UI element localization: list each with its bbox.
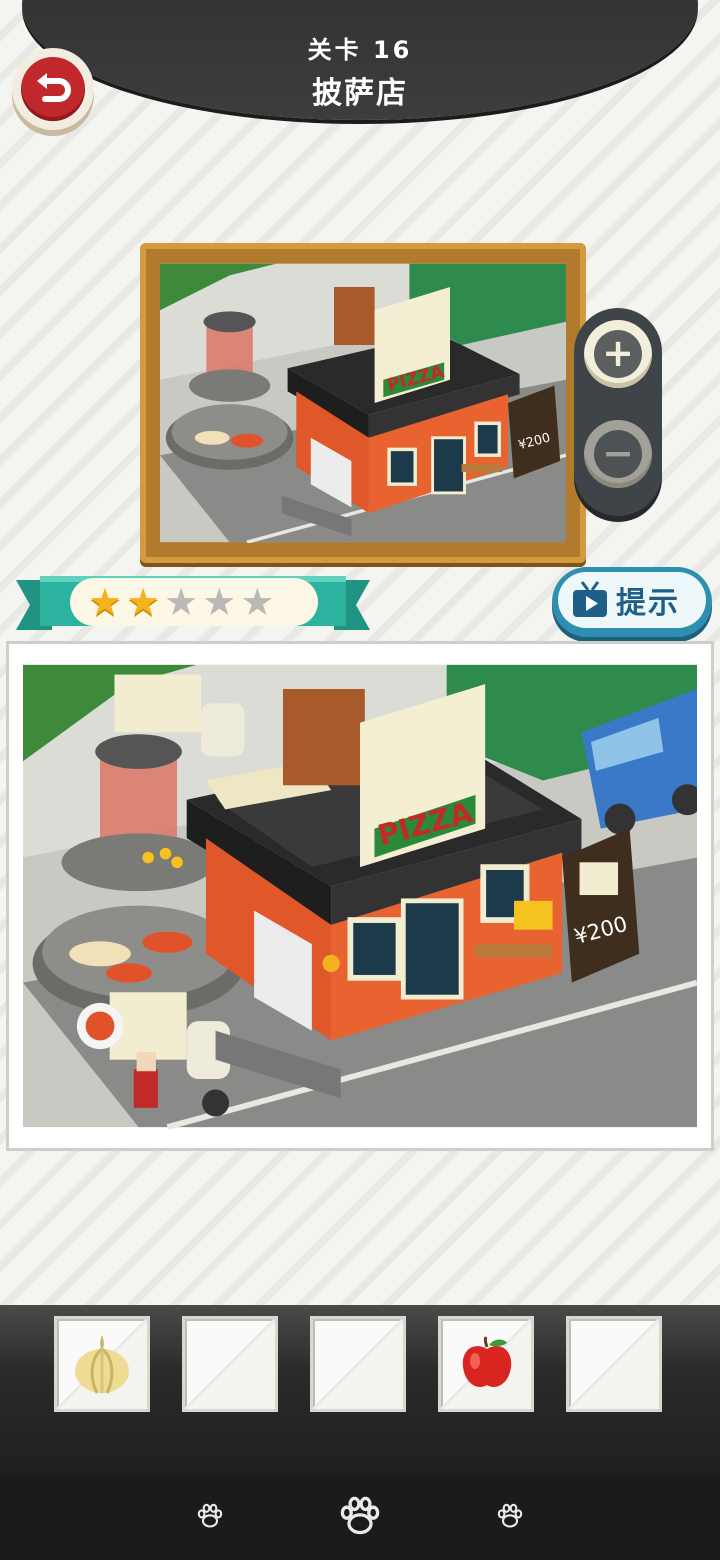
zoom-in-button[interactable]: + xyxy=(584,320,652,388)
item-slot xyxy=(54,1316,150,1412)
plus-icon: + xyxy=(594,330,642,378)
star-icon: ★ xyxy=(240,580,275,624)
play-image-frame: PIZZA ¥200 xyxy=(6,641,714,1151)
item-slot xyxy=(438,1316,534,1412)
level-number: 关卡 16 xyxy=(307,36,413,64)
back-arrow-icon xyxy=(37,73,71,102)
hint-button-face: 提示 xyxy=(558,572,706,628)
hint-button[interactable]: 提示 xyxy=(552,567,712,637)
paw-icon[interactable] xyxy=(196,1502,224,1530)
zoom-controls: + − xyxy=(574,308,662,516)
minus-icon: − xyxy=(594,430,642,478)
star-icon: ★ xyxy=(126,580,161,624)
item-slot xyxy=(566,1316,662,1412)
item-slot xyxy=(182,1316,278,1412)
star-icon: ★ xyxy=(202,580,237,624)
star-icon: ★ xyxy=(88,580,123,624)
zoom-out-button[interactable]: − xyxy=(584,420,652,488)
star-rating: ★ ★ ★ ★ ★ xyxy=(70,578,318,626)
garlic-icon xyxy=(75,1335,129,1394)
level-title: 披萨店 xyxy=(312,76,408,111)
apple-icon xyxy=(462,1336,512,1387)
reference-image-frame: PIZZA ¥200 xyxy=(140,243,586,563)
back-button[interactable] xyxy=(12,48,94,130)
back-button-face xyxy=(21,57,85,121)
reference-scene: PIZZA ¥200 xyxy=(160,263,566,543)
paw-icon[interactable] xyxy=(338,1494,382,1538)
tv-play-icon xyxy=(573,581,607,617)
hint-label: 提示 xyxy=(616,586,680,621)
paw-icon[interactable] xyxy=(496,1502,524,1530)
star-icon: ★ xyxy=(164,580,199,624)
item-slot xyxy=(310,1316,406,1412)
play-scene[interactable]: PIZZA ¥200 xyxy=(23,658,697,1134)
